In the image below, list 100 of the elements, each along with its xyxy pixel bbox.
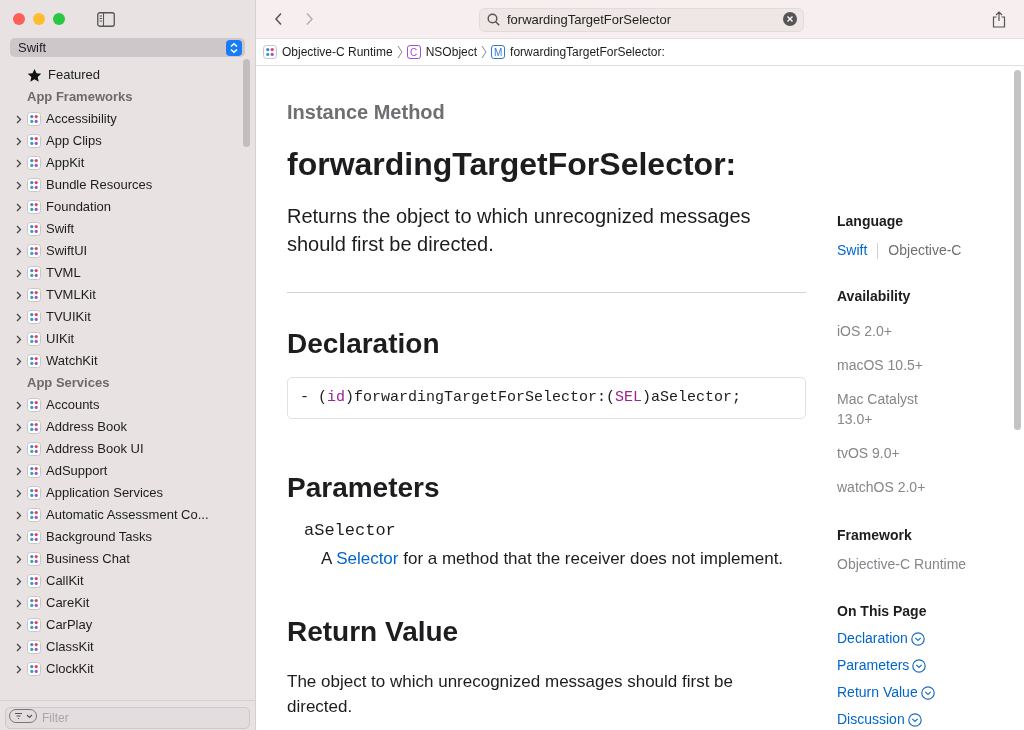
page-section-link[interactable]: Declaration (837, 628, 925, 649)
sidebar-item[interactable]: Foundation (0, 196, 255, 218)
framework-icon (27, 662, 41, 676)
sidebar-toggle-icon[interactable] (97, 11, 115, 27)
chevron-icon[interactable] (16, 312, 22, 322)
framework-icon (27, 112, 41, 126)
framework-icon (27, 354, 41, 368)
chevron-icon[interactable] (16, 158, 22, 168)
back-icon[interactable] (274, 12, 284, 26)
sidebar-item[interactable]: Accessibility (0, 108, 255, 130)
sidebar-item[interactable]: Application Services (0, 482, 255, 504)
chevron-icon[interactable] (16, 136, 22, 146)
platform-version: watchOS 2.0+ (837, 478, 927, 497)
chevron-icon[interactable] (16, 664, 22, 674)
sidebar-item[interactable]: Business Chat (0, 548, 255, 570)
chevron-icon[interactable] (16, 290, 22, 300)
page-section-link[interactable]: Return Value (837, 682, 935, 703)
sidebar-item[interactable]: Address Book (0, 416, 255, 438)
sidebar-item[interactable]: CallKit (0, 570, 255, 592)
sidebar-item[interactable]: Background Tasks (0, 526, 255, 548)
sidebar-item[interactable]: UIKit (0, 328, 255, 350)
chevron-icon[interactable] (16, 488, 22, 498)
platform-version: iOS 2.0+ (837, 322, 893, 341)
sidebar-item[interactable]: TVUIKit (0, 306, 255, 328)
chevron-circle-icon (910, 631, 925, 646)
return-value-text: The object to which unrecognized messages should first be directed. (287, 671, 735, 718)
share-icon[interactable] (992, 10, 1006, 28)
chevron-icon[interactable] (16, 642, 22, 652)
language-option[interactable]: Swift (837, 240, 868, 261)
sidebar-item[interactable]: Bundle Resources (0, 174, 255, 196)
language-option[interactable]: Objective-C (888, 240, 962, 261)
sidebar-item[interactable]: Swift (0, 218, 255, 240)
sidebar-item[interactable]: TVMLKit (0, 284, 255, 306)
sidebar-item[interactable]: AdSupport (0, 460, 255, 482)
sidebar-item[interactable]: Address Book UI (0, 438, 255, 460)
sidebar-item[interactable]: Featured (0, 64, 255, 86)
sidebar-item[interactable]: Automatic Assessment Co... (0, 504, 255, 526)
chevron-icon[interactable] (16, 576, 22, 586)
chevron-icon[interactable] (16, 224, 22, 234)
chevron-icon[interactable] (16, 554, 22, 564)
sidebar-item[interactable]: AppKit (0, 152, 255, 174)
filter-field[interactable]: Filter (5, 706, 250, 729)
platform-version: Mac Catalyst 13.0+ (837, 390, 919, 429)
sidebar-item[interactable]: WatchKit (0, 350, 255, 372)
chevron-icon[interactable] (16, 114, 22, 124)
sidebar-item[interactable]: App Clips (0, 130, 255, 152)
page-section-link[interactable]: Parameters (837, 655, 927, 676)
scrollbar-thumb[interactable] (243, 59, 250, 147)
chevron-icon[interactable] (16, 510, 22, 520)
chevron-icon[interactable] (16, 620, 22, 630)
section-heading: App Frameworks (26, 88, 134, 107)
framework-icon (27, 178, 41, 192)
chevron-icon[interactable] (16, 334, 22, 344)
framework-icon (27, 596, 41, 610)
filter-menu-icon[interactable] (9, 708, 37, 723)
section-heading: Declaration (287, 327, 441, 361)
sidebar-item[interactable]: ClassKit (0, 636, 255, 658)
language-picker[interactable]: Swift (10, 38, 245, 57)
chevron-icon[interactable] (16, 246, 22, 256)
chevron-icon[interactable] (16, 532, 22, 542)
scrollbar-thumb[interactable] (1014, 70, 1021, 430)
aside-heading: Availability (837, 287, 912, 306)
chevron-icon[interactable] (16, 400, 22, 410)
chevron-icon[interactable] (16, 598, 22, 608)
chevron-icon[interactable] (16, 356, 22, 366)
framework-icon (27, 244, 41, 258)
chevron-icon[interactable] (16, 202, 22, 212)
chevron-icon[interactable] (16, 422, 22, 432)
sidebar-item[interactable]: SwiftUI (0, 240, 255, 262)
chevron-icon[interactable] (16, 444, 22, 454)
framework-icon (27, 398, 41, 412)
sidebar-item[interactable]: TVML (0, 262, 255, 284)
breadcrumb-link[interactable]: Objective-C Runtime (282, 43, 393, 61)
selector-link[interactable]: Selector (336, 548, 399, 568)
sidebar-item[interactable]: ClockKit (0, 658, 255, 680)
sidebar-item[interactable]: CareKit (0, 592, 255, 614)
chevron-icon[interactable] (16, 466, 22, 476)
section-heading: Parameters (287, 471, 441, 505)
sidebar-item[interactable]: Accounts (0, 394, 255, 416)
breadcrumb-link[interactable]: forwardingTargetForSelector: (510, 43, 665, 61)
sidebar-item[interactable]: CarPlay (0, 614, 255, 636)
aside-heading: On This Page (837, 602, 928, 621)
section-heading: Return Value (287, 615, 460, 649)
framework-icon (27, 156, 41, 170)
chevron-circle-icon (907, 712, 922, 727)
framework-icon (27, 508, 41, 522)
search-field[interactable]: forwardingTargetForSelector (479, 7, 804, 32)
framework-icon (27, 552, 41, 566)
chevron-icon[interactable] (16, 268, 22, 278)
class-badge: C (406, 45, 421, 59)
page-title: forwardingTargetForSelector: (287, 145, 738, 183)
separator-icon (396, 45, 403, 59)
framework-name: Objective-C Runtime (837, 555, 968, 574)
chevron-icon[interactable] (16, 180, 22, 190)
framework-icon (27, 442, 41, 456)
clear-icon[interactable] (783, 12, 797, 26)
aside-heading: Framework (837, 526, 913, 545)
breadcrumb-link[interactable]: NSObject (425, 43, 478, 61)
framework-icon (27, 222, 41, 236)
page-section-link[interactable]: Discussion (837, 709, 922, 730)
